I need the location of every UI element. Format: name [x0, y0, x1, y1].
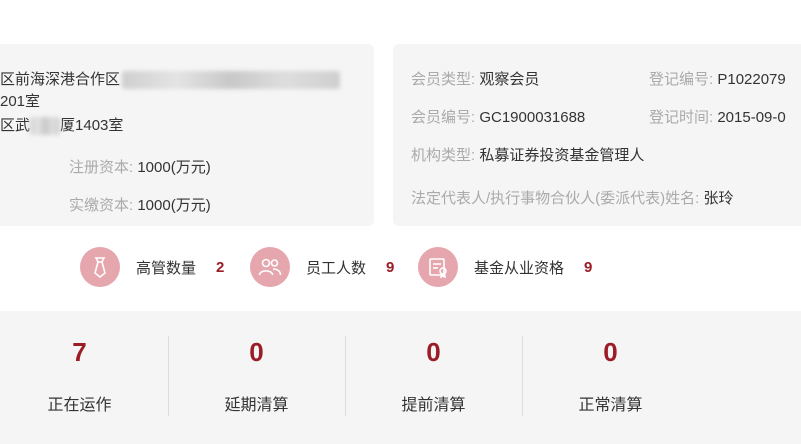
status-count: 0	[249, 337, 264, 367]
company-address-card: 区前海深港合作区 201室 区武 厦1403室 注册资本: 1000(万元) 实缴…	[0, 44, 374, 226]
registration-number: 登记编号: P1022079	[649, 71, 786, 88]
address-line-3: 区武 厦1403室	[0, 117, 124, 136]
registered-capital: 注册资本: 1000(万元)	[69, 159, 211, 176]
address-line-2: 201室	[0, 93, 41, 110]
legal-representative: 法定代表人/执行事物合伙人(委派代表)姓名: 张玲	[411, 190, 734, 207]
member-number: 会员编号: GC1900031688	[411, 109, 586, 126]
status-label: 正在运作	[47, 397, 112, 414]
redacted-block	[122, 71, 341, 90]
certificate-icon	[418, 247, 458, 287]
stat-executives: 高管数量 2	[80, 245, 224, 289]
member-info-card: 会员类型: 观察会员 登记编号: P1022079 会员编号: GC190003…	[393, 44, 801, 226]
organization-type: 机构类型: 私募证券投资基金管理人	[411, 147, 645, 164]
people-icon	[250, 247, 290, 287]
staff-stats-row: 高管数量 2 员工人数 9 基金从业资格 9	[0, 245, 801, 289]
status-count: 7	[72, 337, 87, 367]
status-label: 提前清算	[401, 397, 466, 414]
status-delayed-liquidation[interactable]: 0 延期清算	[168, 311, 345, 444]
stat-employees: 员工人数 9	[250, 245, 394, 289]
redacted-block	[30, 117, 61, 136]
status-operating[interactable]: 7 正在运作	[0, 311, 168, 444]
address-line-1: 区前海深港合作区	[0, 68, 341, 90]
status-early-liquidation[interactable]: 0 提前清算	[345, 311, 522, 444]
member-type: 会员类型: 观察会员	[411, 71, 540, 88]
registration-time: 登记时间: 2015-09-0	[649, 109, 786, 126]
stat-fund-qualification: 基金从业资格 9	[418, 245, 592, 289]
paid-capital: 实缴资本: 1000(万元)	[69, 197, 211, 214]
status-normal-liquidation[interactable]: 0 正常清算	[522, 311, 699, 444]
status-label: 正常清算	[578, 397, 643, 414]
status-count: 0	[603, 337, 618, 367]
tie-icon	[80, 247, 120, 287]
status-count: 0	[426, 337, 441, 367]
status-label: 延期清算	[224, 397, 289, 414]
fund-status-panel: 7 正在运作 0 延期清算 0 提前清算 0 正常清算	[0, 311, 801, 444]
